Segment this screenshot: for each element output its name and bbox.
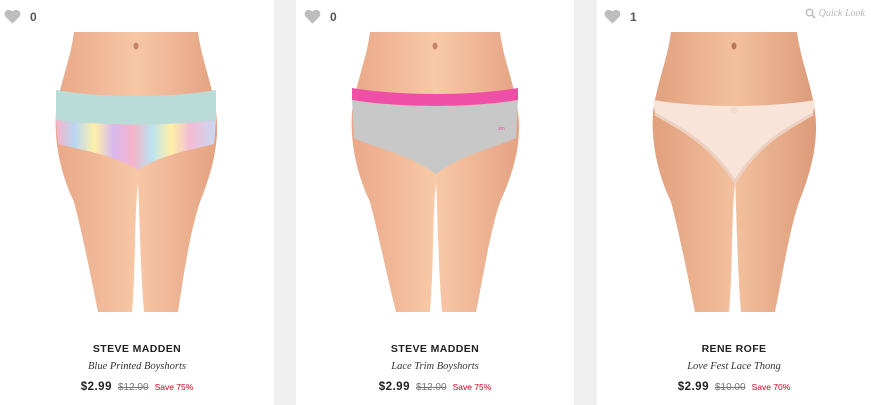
price-row: $2.99 $12.00 Save 75% [0, 379, 274, 395]
savings-label: Save 75% [452, 382, 492, 392]
product-info: STEVE MADDEN Lace Trim Boyshorts $2.99 $… [296, 342, 574, 395]
magnifier-icon [805, 8, 816, 19]
product-name[interactable]: Lace Trim Boyshorts [296, 360, 574, 374]
product-grid: 0 STEVE MADDEN Blue Printed Boyshorts $2… [0, 0, 871, 405]
sale-price: $2.99 [80, 381, 112, 393]
product-card[interactable]: 0 STEVE MADDEN Blue Printed Boyshorts $2… [0, 0, 274, 405]
like-count: 0 [330, 9, 337, 24]
product-info: RENE ROFE Love Fest Lace Thong $2.99 $10… [597, 342, 871, 395]
price-row: $2.99 $10.00 Save 70% [597, 379, 871, 395]
product-image[interactable] [649, 32, 819, 312]
like-count: 1 [630, 9, 637, 24]
product-brand[interactable]: STEVE MADDEN [0, 342, 274, 356]
product-card[interactable]: 0 sm STEVE MADDEN Lace Trim Boyshorts $2… [296, 0, 574, 405]
savings-label: Save 75% [154, 382, 194, 392]
product-brand[interactable]: STEVE MADDEN [296, 342, 574, 356]
like-button[interactable]: 0 [4, 9, 37, 24]
like-count: 0 [30, 9, 37, 24]
like-button[interactable]: 1 [604, 9, 637, 24]
heart-icon[interactable] [4, 9, 21, 24]
product-image[interactable]: sm [348, 32, 522, 312]
product-card[interactable]: 1 Quick Look RENE ROFE Love Fest Lace Th… [597, 0, 871, 405]
original-price: $12.00 [415, 382, 447, 393]
heart-icon[interactable] [304, 9, 321, 24]
product-name[interactable]: Love Fest Lace Thong [597, 360, 871, 374]
svg-text:sm: sm [498, 126, 505, 132]
quick-look-label: Quick Look [818, 8, 865, 19]
quick-look-button[interactable]: Quick Look [805, 8, 865, 19]
sale-price: $2.99 [378, 381, 410, 393]
product-info: STEVE MADDEN Blue Printed Boyshorts $2.9… [0, 342, 274, 395]
sale-price: $2.99 [677, 381, 709, 393]
original-price: $10.00 [714, 382, 746, 393]
heart-icon[interactable] [604, 9, 621, 24]
like-button[interactable]: 0 [304, 9, 337, 24]
savings-label: Save 70% [751, 382, 791, 392]
product-image[interactable] [52, 32, 220, 312]
price-row: $2.99 $12.00 Save 75% [296, 379, 574, 395]
product-name[interactable]: Blue Printed Boyshorts [0, 360, 274, 374]
product-brand[interactable]: RENE ROFE [597, 342, 871, 356]
original-price: $12.00 [117, 382, 149, 393]
